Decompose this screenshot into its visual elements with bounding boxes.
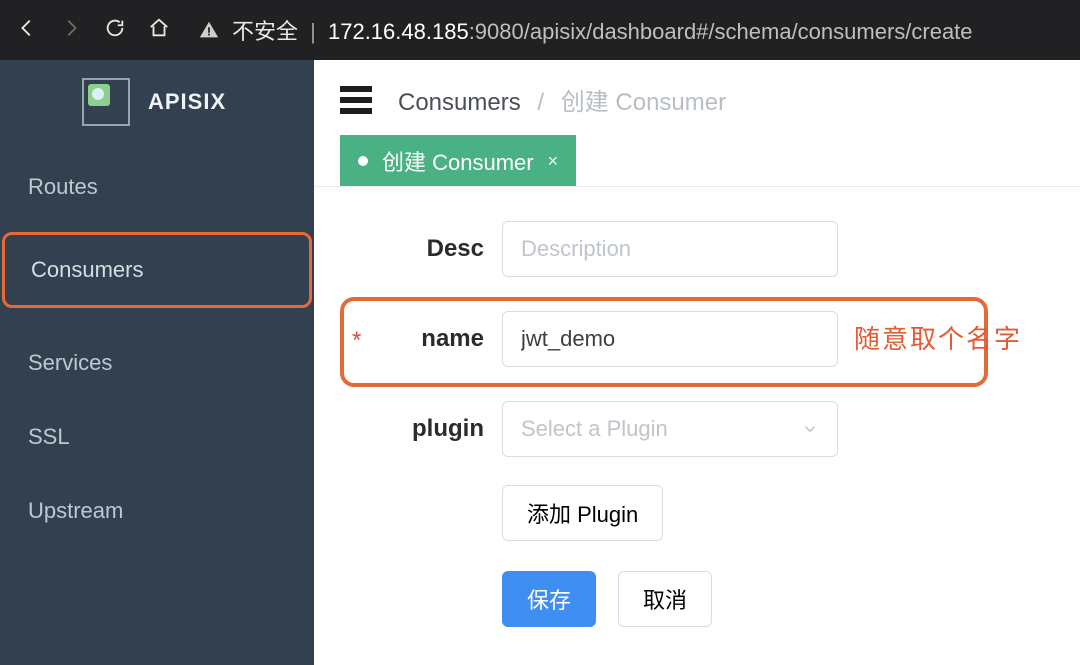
- sidebar: APISIX Routes Consumers Services SSL Ups…: [0, 60, 314, 665]
- reload-button[interactable]: [104, 17, 126, 44]
- brand-logo-icon: [82, 78, 130, 126]
- row-desc: Desc: [354, 221, 1040, 277]
- url-host: 172.16.48.185: [328, 19, 469, 44]
- label-name: name: [354, 325, 484, 353]
- sidebar-item-ssl[interactable]: SSL: [0, 400, 314, 474]
- plugin-select[interactable]: Select a Plugin: [502, 401, 838, 457]
- home-button[interactable]: [148, 17, 170, 44]
- name-input[interactable]: [502, 311, 838, 367]
- url-path: :9080/apisix/dashboard#/schema/consumers…: [469, 19, 973, 44]
- sidebar-item-routes[interactable]: Routes: [0, 150, 314, 224]
- annotation-hint: 随意取个名字: [854, 319, 1022, 356]
- desc-input[interactable]: [502, 221, 838, 277]
- main-header: Consumers / 创建 Consumer: [314, 60, 1080, 135]
- main-content: Consumers / 创建 Consumer 创建 Consumer × De…: [314, 60, 1080, 665]
- tab-unsaved-dot-icon: [358, 156, 368, 166]
- row-name: name 随意取个名字: [354, 311, 1040, 367]
- tab-close-icon[interactable]: ×: [548, 151, 559, 172]
- breadcrumb-current: 创建 Consumer: [561, 89, 726, 116]
- brand: APISIX: [0, 60, 314, 150]
- tab-bar: 创建 Consumer ×: [314, 135, 1080, 187]
- address-bar[interactable]: 不安全 | 172.16.48.185:9080/apisix/dashboar…: [198, 14, 973, 46]
- breadcrumb-root[interactable]: Consumers: [398, 89, 521, 116]
- brand-title: APISIX: [148, 89, 226, 115]
- breadcrumb: Consumers / 创建 Consumer: [398, 82, 726, 117]
- row-plugin: plugin Select a Plugin: [354, 401, 1040, 457]
- save-button[interactable]: 保存: [502, 571, 596, 627]
- add-plugin-button[interactable]: 添加 Plugin: [502, 485, 663, 541]
- sidebar-item-upstream[interactable]: Upstream: [0, 474, 314, 548]
- sidebar-item-services[interactable]: Services: [0, 326, 314, 400]
- insecure-icon: [198, 19, 220, 41]
- menu-toggle-icon[interactable]: [340, 86, 372, 114]
- plugin-select-placeholder: Select a Plugin: [521, 416, 668, 442]
- back-button[interactable]: [16, 17, 38, 44]
- forward-button[interactable]: [60, 17, 82, 44]
- url-text: 不安全 | 172.16.48.185:9080/apisix/dashboar…: [232, 14, 973, 46]
- consumer-form: Desc name 随意取个名字 plugin Select a Plugin: [314, 187, 1080, 647]
- tab-label: 创建 Consumer: [382, 145, 534, 177]
- browser-nav-buttons: [16, 17, 170, 44]
- chevron-down-icon: [801, 420, 819, 438]
- cancel-button[interactable]: 取消: [618, 571, 712, 627]
- label-plugin: plugin: [354, 415, 484, 443]
- sidebar-item-consumers[interactable]: Consumers: [2, 232, 312, 308]
- browser-toolbar: 不安全 | 172.16.48.185:9080/apisix/dashboar…: [0, 0, 1080, 60]
- label-desc: Desc: [354, 235, 484, 263]
- insecure-label: 不安全: [232, 19, 298, 44]
- tab-create-consumer[interactable]: 创建 Consumer ×: [340, 135, 576, 187]
